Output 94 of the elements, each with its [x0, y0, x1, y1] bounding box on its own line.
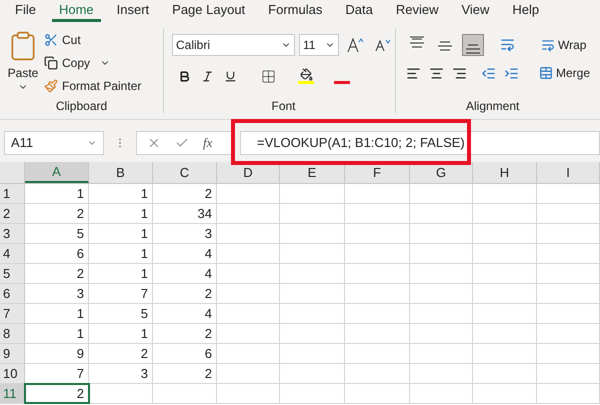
table-cell[interactable]: 2 — [153, 324, 217, 343]
align-right-icon[interactable] — [452, 66, 467, 80]
column-header[interactable]: I — [537, 162, 600, 183]
vertical-align-icon[interactable] — [462, 34, 484, 56]
merge-cells-icon — [539, 66, 553, 80]
row-header[interactable]: 6 — [0, 284, 25, 303]
table-cell[interactable]: 4 — [153, 264, 217, 283]
ribbon-tab[interactable]: Formulas — [261, 2, 330, 22]
row-header[interactable]: 8 — [0, 324, 25, 343]
table-cell[interactable]: 3 — [153, 224, 217, 243]
font-name-field[interactable]: Calibri — [172, 34, 295, 56]
table-cell[interactable]: 1 — [89, 224, 153, 243]
column-header[interactable]: H — [473, 162, 537, 183]
italic-icon[interactable] — [201, 70, 214, 82]
table-cell[interactable]: 1 — [89, 264, 153, 283]
group-label: Font — [270, 99, 296, 113]
insert-function-button[interactable]: fx — [203, 133, 212, 153]
font-size-field[interactable]: 11 — [299, 34, 339, 56]
wrap-text-icon — [541, 38, 555, 52]
shrink-font-icon[interactable] — [375, 39, 391, 51]
column-header[interactable]: E — [280, 162, 345, 183]
ribbon-tab[interactable]: Data — [338, 2, 380, 22]
align-left-icon[interactable] — [406, 66, 421, 80]
table-cell[interactable]: 1 — [25, 304, 89, 323]
row-header[interactable]: 4 — [0, 244, 25, 263]
table-cell[interactable]: 1 — [25, 184, 89, 203]
paintbrush-icon — [44, 79, 58, 93]
table-cell[interactable]: 5 — [25, 224, 89, 243]
grow-font-icon[interactable] — [347, 38, 365, 52]
table-cell[interactable]: 1 — [89, 204, 153, 223]
row-header[interactable]: 2 — [0, 204, 25, 223]
merge-button[interactable]: Merge — [539, 64, 590, 82]
row-header[interactable]: 11 — [0, 384, 25, 403]
table-cell[interactable]: 2 — [153, 364, 217, 383]
table-cell[interactable]: 1 — [89, 184, 153, 203]
column-header[interactable]: F — [345, 162, 410, 183]
column-header[interactable]: B — [89, 162, 153, 183]
scissors-icon — [44, 33, 58, 47]
underline-icon[interactable] — [224, 70, 237, 82]
column-header[interactable]: C — [153, 162, 217, 183]
name-box[interactable]: A11 — [4, 131, 104, 155]
ribbon-tab[interactable]: Home — [52, 2, 101, 22]
table-cell[interactable]: 2 — [25, 204, 89, 223]
table-cell[interactable]: 2 — [25, 264, 89, 283]
table-cell[interactable]: 2 — [89, 344, 153, 363]
table-cell[interactable]: 1 — [89, 324, 153, 343]
align-center-icon[interactable] — [429, 66, 444, 80]
fill-color-icon[interactable] — [298, 68, 314, 84]
group-label: Clipboard — [54, 99, 108, 113]
ribbon-tab[interactable]: Insert — [110, 2, 156, 22]
table-cell[interactable]: 34 — [153, 204, 217, 223]
table-cell[interactable]: 9 — [25, 344, 89, 363]
row-header[interactable]: 1 — [0, 184, 25, 203]
table-cell[interactable]: 7 — [25, 364, 89, 383]
table-cell[interactable]: 3 — [89, 364, 153, 383]
table-cell[interactable]: 4 — [153, 304, 217, 323]
row-header[interactable]: 5 — [0, 264, 25, 283]
ribbon-tab[interactable]: View — [454, 2, 496, 22]
cancel-icon[interactable] — [147, 136, 161, 150]
table-cell[interactable]: 5 — [89, 304, 153, 323]
orientation-icon[interactable] — [500, 37, 515, 52]
ribbon-tab[interactable]: File — [8, 2, 43, 22]
column-header[interactable]: A — [25, 162, 89, 183]
paste-button[interactable]: Paste — [0, 30, 44, 99]
row-header[interactable]: 3 — [0, 224, 25, 243]
ribbon-tab[interactable]: Page Layout — [165, 2, 252, 22]
format-painter-button[interactable]: Format Painter — [44, 76, 142, 96]
group-label: Alignment — [466, 99, 520, 113]
formula-field[interactable]: =VLOOKUP(A1; B1:C10; 2; FALSE) — [240, 131, 600, 155]
row-header[interactable]: 10 — [0, 364, 25, 383]
ribbon-tab[interactable]: Review — [388, 2, 446, 22]
table-cell[interactable]: 3 — [25, 284, 89, 303]
decrease-indent-icon[interactable] — [481, 66, 496, 80]
bold-icon[interactable] — [178, 70, 191, 82]
copy-icon — [44, 56, 58, 70]
table-cell[interactable]: 2 — [25, 384, 89, 403]
ribbon-tab[interactable]: Help — [505, 2, 546, 22]
table-cell[interactable]: 6 — [153, 344, 217, 363]
cut-button[interactable]: Cut — [44, 30, 142, 50]
row-header[interactable]: 7 — [0, 304, 25, 323]
wrap-text-button[interactable]: Wrap — [541, 34, 586, 56]
table-cell[interactable]: 7 — [89, 284, 153, 303]
table-cell[interactable]: 4 — [153, 244, 217, 263]
table-cell[interactable]: 6 — [25, 244, 89, 263]
increase-indent-icon[interactable] — [504, 66, 519, 80]
column-header[interactable]: G — [410, 162, 473, 183]
copy-button[interactable]: Copy — [44, 53, 142, 73]
table-cell[interactable]: 2 — [153, 284, 217, 303]
table-cell[interactable]: 1 — [25, 324, 89, 343]
table-cell[interactable]: 1 — [89, 244, 153, 263]
column-header[interactable]: D — [217, 162, 280, 183]
borders-icon[interactable] — [261, 68, 276, 84]
row-header[interactable]: 9 — [0, 344, 25, 363]
table-cell[interactable]: 2 — [153, 184, 217, 203]
